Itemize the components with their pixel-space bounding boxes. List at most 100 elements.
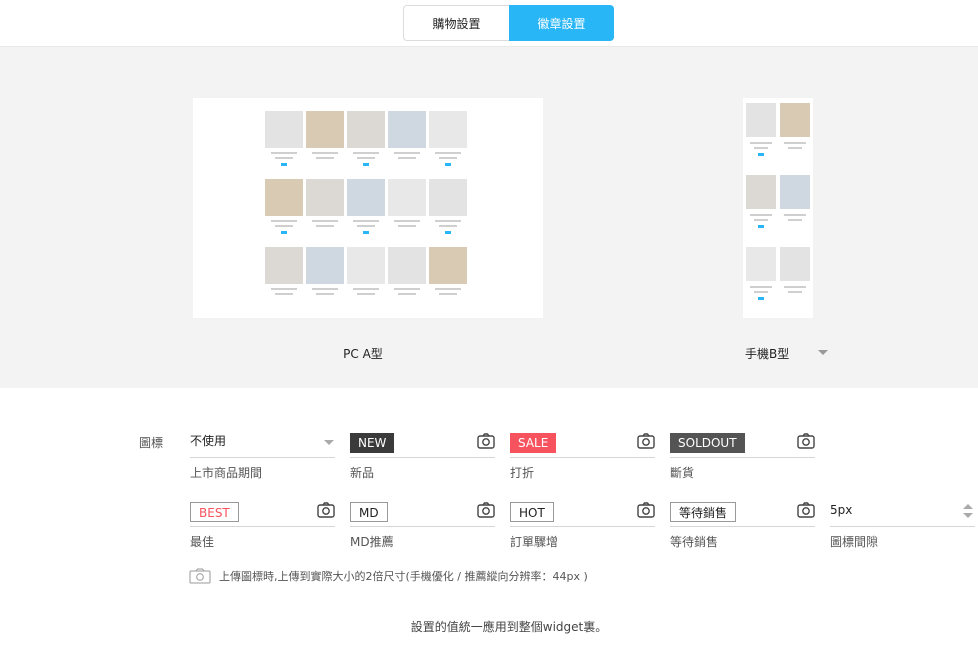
product-caption xyxy=(435,152,461,154)
badge-label-hot: 訂單驟增 xyxy=(510,535,559,549)
product-caption xyxy=(312,288,338,290)
product-caption xyxy=(353,220,379,222)
camera-icon[interactable] xyxy=(797,502,815,518)
product-thumbnail xyxy=(265,247,303,284)
badge-hot: HOT xyxy=(510,502,554,522)
product-caption xyxy=(312,220,338,222)
product-caption xyxy=(398,157,416,159)
tab-shopping-settings[interactable]: 購物設置 xyxy=(403,5,509,41)
badge-label-soldout: 斷貨 xyxy=(670,466,695,480)
badge-label-presale: 等待銷售 xyxy=(670,535,719,549)
product-thumbnail xyxy=(347,179,385,216)
period-select-value: 不使用 xyxy=(190,434,227,448)
product-badge xyxy=(281,163,287,166)
product-caption xyxy=(271,220,297,222)
spinner-up-icon[interactable] xyxy=(963,504,973,509)
tab-group: 購物設置 徽章設置 xyxy=(403,5,614,41)
product-caption xyxy=(275,157,293,159)
footer-message: 設置的值統一應用到整個widget裏。 xyxy=(410,620,608,634)
product-caption xyxy=(357,225,375,227)
icon-spacing-input[interactable]: 5px xyxy=(830,502,975,527)
product-caption xyxy=(754,219,768,221)
badge-label-md: MD推薦 xyxy=(350,535,394,549)
upload-note: 上傳圖標時,上傳到實際大小的2倍尺寸(手機優化 / 推薦縱向分辨率：44px ) xyxy=(189,568,588,584)
product-thumbnail xyxy=(388,247,426,284)
product-caption xyxy=(750,142,772,144)
product-caption xyxy=(275,293,293,295)
product-caption xyxy=(784,286,806,288)
camera-icon[interactable] xyxy=(637,433,655,449)
badge-field-new: NEW xyxy=(350,433,495,458)
product-caption xyxy=(754,291,768,293)
product-caption xyxy=(784,214,806,216)
product-caption xyxy=(784,142,806,144)
product-caption xyxy=(788,147,802,149)
product-caption xyxy=(435,288,461,290)
product-caption xyxy=(394,288,420,290)
product-badge xyxy=(758,153,764,156)
product-caption xyxy=(754,147,768,149)
period-label: 上市商品期間 xyxy=(190,466,263,480)
product-badge xyxy=(281,231,287,234)
badge-new: NEW xyxy=(350,433,395,453)
period-select[interactable]: 不使用 xyxy=(190,433,335,458)
product-thumbnail xyxy=(780,247,810,281)
pc-layout-label: PC A型 xyxy=(343,347,383,361)
badge-presale: 等待銷售 xyxy=(670,502,737,522)
badge-soldout: SOLDOUT xyxy=(670,433,745,453)
badge-sale: SALE xyxy=(510,433,557,453)
product-badge xyxy=(758,225,764,228)
product-caption xyxy=(275,225,293,227)
product-thumbnail xyxy=(265,179,303,216)
icon-spacing-value: 5px xyxy=(830,503,853,517)
product-thumbnail xyxy=(306,247,344,284)
product-caption xyxy=(435,220,461,222)
product-thumbnail xyxy=(429,247,467,284)
camera-icon[interactable] xyxy=(317,502,335,518)
tab-badge-settings[interactable]: 徽章設置 xyxy=(509,5,614,41)
product-thumbnail xyxy=(746,247,776,281)
product-thumbnail xyxy=(388,111,426,148)
upload-note-text: 上傳圖標時,上傳到實際大小的2倍尺寸(手機優化 / 推薦縱向分辨率：44px ) xyxy=(219,570,588,583)
chevron-down-icon[interactable] xyxy=(818,350,828,355)
badge-label-sale: 打折 xyxy=(510,466,535,480)
product-thumbnail xyxy=(429,179,467,216)
product-caption xyxy=(357,293,375,295)
camera-icon[interactable] xyxy=(477,502,495,518)
product-caption xyxy=(750,214,772,216)
product-caption xyxy=(394,152,420,154)
chevron-down-icon xyxy=(324,440,334,445)
product-caption xyxy=(357,157,375,159)
product-thumbnail xyxy=(429,111,467,148)
camera-icon[interactable] xyxy=(637,502,655,518)
badge-best: BEST xyxy=(190,502,239,522)
product-caption xyxy=(353,288,379,290)
product-thumbnail xyxy=(347,247,385,284)
product-caption xyxy=(271,288,297,290)
product-caption xyxy=(439,157,457,159)
section-label: 圖標 xyxy=(139,436,164,450)
product-caption xyxy=(316,157,334,159)
product-caption xyxy=(439,293,457,295)
mobile-preview-card[interactable] xyxy=(743,98,813,318)
spinner-down-icon[interactable] xyxy=(963,513,973,518)
product-thumbnail xyxy=(746,175,776,209)
camera-icon[interactable] xyxy=(477,433,495,449)
product-thumbnail xyxy=(347,111,385,148)
product-badge xyxy=(445,163,451,166)
mobile-layout-label[interactable]: 手機B型 xyxy=(745,345,789,362)
badge-field-soldout: SOLDOUT xyxy=(670,433,815,458)
product-thumbnail xyxy=(388,179,426,216)
product-thumbnail xyxy=(306,179,344,216)
product-thumbnail xyxy=(780,175,810,209)
product-caption xyxy=(316,225,334,227)
pc-preview-card[interactable] xyxy=(193,98,543,318)
badge-md: MD xyxy=(350,502,388,522)
product-badge xyxy=(363,163,369,166)
icon-spacing-label: 圖標間隙 xyxy=(830,535,879,549)
product-caption xyxy=(271,152,297,154)
camera-icon[interactable] xyxy=(797,433,815,449)
product-thumbnail xyxy=(746,103,776,137)
product-caption xyxy=(312,152,338,154)
badge-field-hot: HOT xyxy=(510,502,655,527)
